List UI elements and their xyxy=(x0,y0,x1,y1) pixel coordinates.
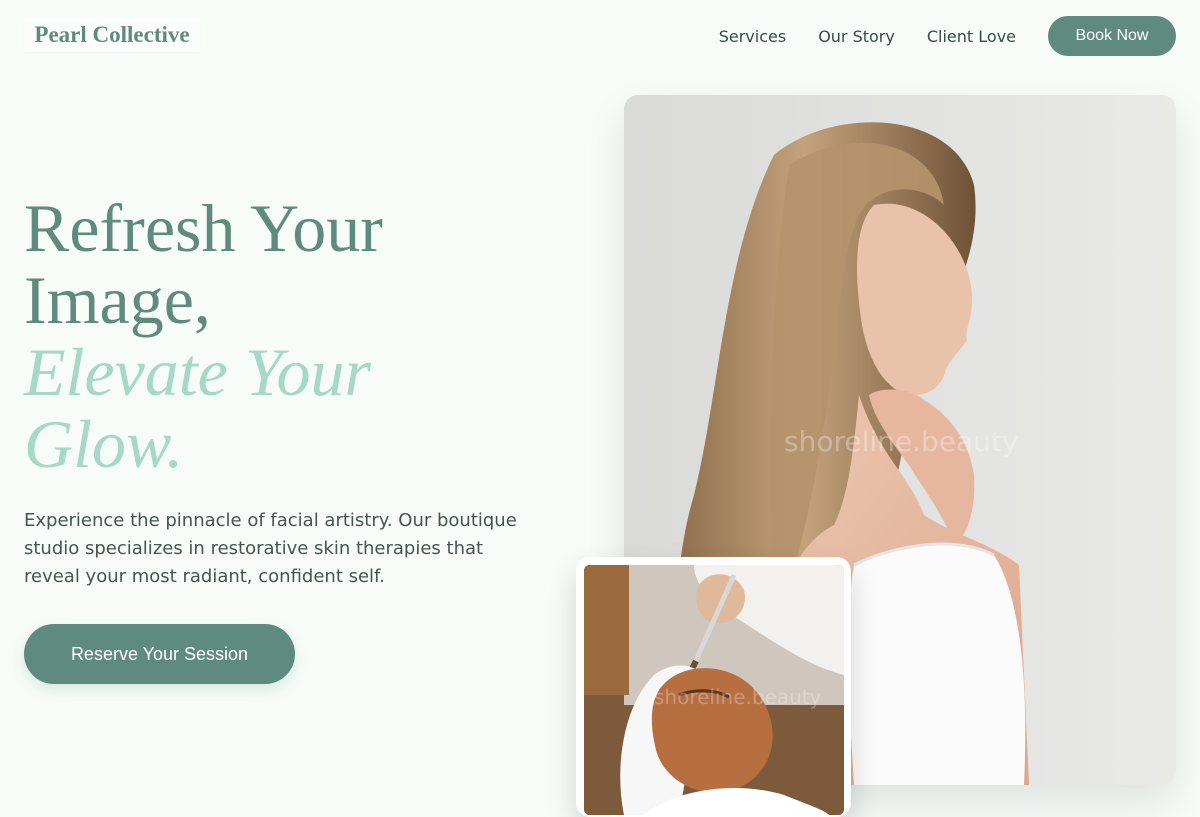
headline-line-2: Image, xyxy=(24,262,211,338)
headline-accent-line-1: Elevate Your xyxy=(24,334,371,410)
small-image-watermark: shoreline.beauty xyxy=(654,685,822,709)
main-nav: Services Our Story Client Love Book Now xyxy=(719,16,1176,56)
nav-link-our-story[interactable]: Our Story xyxy=(818,27,895,46)
nav-link-services[interactable]: Services xyxy=(719,27,786,46)
hero-headline: Refresh Your Image, Elevate Your Glow. xyxy=(24,192,544,480)
facial-treatment-image: shoreline.beauty xyxy=(584,565,844,815)
hero-description: Experience the pinnacle of facial artist… xyxy=(24,510,517,587)
main-image-watermark: shoreline.beauty xyxy=(784,425,1019,458)
reserve-session-button[interactable]: Reserve Your Session xyxy=(24,624,295,684)
brand-logo[interactable]: Pearl Collective xyxy=(24,18,200,52)
nav-link-client-love[interactable]: Client Love xyxy=(927,27,1016,46)
headline-accent-line-2: Glow. xyxy=(24,406,184,482)
treatment-image-card: shoreline.beauty xyxy=(576,557,851,817)
book-now-button[interactable]: Book Now xyxy=(1048,16,1176,56)
headline-line-1: Refresh Your xyxy=(24,190,383,266)
